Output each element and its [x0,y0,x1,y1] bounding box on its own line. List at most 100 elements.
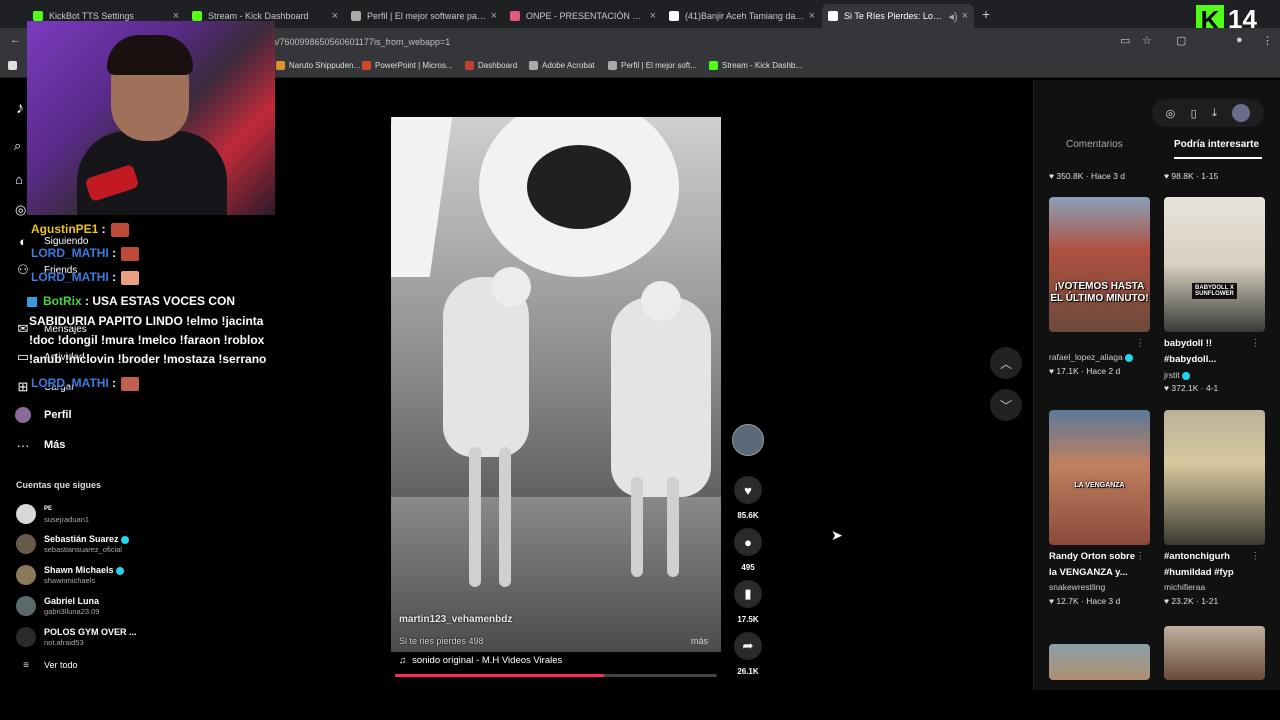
video-player[interactable] [391,117,721,652]
site-favicon-icon [608,61,617,70]
video-thumbnail[interactable]: ¡VOTEMOS HASTA EL ÚLTIMO MINUTO! [1049,197,1150,332]
share-button[interactable]: ➦ [734,632,762,660]
user-avatar[interactable] [1232,104,1251,122]
more-options-icon[interactable]: ⋮ [1136,549,1146,565]
following-account[interactable]: Sebastián Suarez sebastiansuarez_oficial [16,534,129,554]
more-options-icon[interactable]: ⋮ [1136,336,1146,352]
video-title[interactable]: Randy Orton sobre la VENGANZA y... ⋮ [1049,549,1145,581]
video-progress-bar[interactable] [395,674,717,677]
like-button[interactable]: ♥ [734,476,762,504]
comment-icon: ● [744,534,752,550]
browser-tab[interactable]: Perfil | El mejor software para p × [345,4,503,28]
video-title[interactable]: babydoll !! #babydoll... ⋮ [1164,336,1260,368]
download-icon[interactable]: ⤓ [1212,107,1217,120]
bookmark-item[interactable]: Naruto Shippuden... [276,61,360,70]
more-options-icon[interactable]: ⋮ [1251,549,1261,565]
cast-icon[interactable]: ▭ [1120,34,1130,47]
new-tab-button[interactable]: + [982,6,990,22]
next-video-button[interactable]: ﹀ [990,389,1022,421]
bookmark-item[interactable]: Perfil | El mejor soft... [608,61,697,70]
avatar [16,534,36,554]
see-all-link[interactable]: ≡ Ver todo [16,660,77,671]
creator-avatar[interactable] [732,424,764,456]
chat-message: BotRix : USA ESTAS VOCES CON [27,294,235,308]
compass-icon[interactable]: ◎ [1166,107,1176,120]
speaker-icon: ◂) [948,10,958,23]
following-account[interactable]: POLOS GYM OVER ... not.afraid53 [16,627,137,647]
video-title[interactable]: #antonchigurh #humildad #fyp ⋮ [1164,549,1260,581]
leg [469,447,481,587]
browser-tab[interactable]: (41)Banjir Aceh Tamiang dan M × [663,4,821,28]
video-author[interactable]: rafael_lopez_aliaga [1049,352,1133,362]
leg [667,477,679,577]
apps-icon[interactable] [8,61,17,70]
tab-suggested[interactable]: Podría interesarte [1174,139,1259,150]
profile-avatar-icon[interactable]: ● [1236,34,1243,46]
tab-comments[interactable]: Comentarios [1066,139,1123,150]
more-options-icon[interactable]: ⋮ [1251,336,1261,352]
close-tab-icon[interactable]: × [962,10,968,22]
bookmark-star-icon[interactable]: ☆ [1142,34,1152,47]
mouse-cursor-icon: ➤ [831,527,843,543]
bird-head-right [641,281,681,321]
video-tools: ◎ ▯ ⤓ [1152,99,1264,127]
music-track[interactable]: ♫ sonido original - M.H Videos Virales [399,655,562,666]
video-thumbnail[interactable] [1164,410,1265,545]
nav-profile[interactable]: Perfil [14,406,72,424]
video-author[interactable]: jrstit [1164,370,1190,380]
leg [499,447,511,587]
url-field[interactable]: o/7600998650560601177is_from_webapp=1 [272,37,450,47]
avatar [16,565,36,585]
browser-tab-active[interactable]: Si Te Ríes Pierdes: Los Mejo◂)× [822,4,974,28]
previous-video-button[interactable]: ︿ [990,347,1022,379]
kick-favicon-icon [33,11,43,21]
bookmark-item[interactable]: Dashboard [465,61,517,70]
chat-message: LORD_MATHI : [31,270,140,285]
video-author[interactable]: michifieraa [1164,582,1205,592]
close-tab-icon[interactable]: × [491,10,497,22]
search-icon[interactable]: ⌕ [14,138,21,154]
video-stats: ♥ 98.8K · 1-15 [1164,171,1219,181]
tiktok-logo-icon[interactable]: ♪ [16,100,24,118]
bookmark-item[interactable]: Adobe Acrobat [529,61,594,70]
bookmark-item[interactable]: PowerPoint | Micros... [362,61,453,70]
video-author[interactable]: snakewrestling [1049,582,1105,592]
browser-tab[interactable]: ONPE - PRESENTACIÓN DE RES× [504,4,662,28]
music-note-icon: ♫ [399,655,407,666]
home-icon[interactable]: ⌂ [15,172,23,187]
video-thumbnail[interactable] [1049,644,1150,680]
comment-button[interactable]: ● [734,528,762,556]
following-account[interactable]: Shawn Michaels shawnmichaels [16,565,124,585]
chat-message: LORD_MATHI : [31,376,140,391]
video-thumbnail[interactable]: LA VENGANZA [1049,410,1150,545]
more-link[interactable]: más [691,636,708,646]
save-button[interactable]: ▮ [734,580,762,608]
chat-message-cont: SABIDURIA PAPITO LINDO !elmo !jacinta [29,314,264,328]
video-stats: ♥ 17.1K · Hace 2 d [1049,366,1121,376]
bookmark-item[interactable]: Stream - Kick Dashb... [709,61,802,70]
following-account[interactable]: PE susejraduan1 [16,504,89,524]
close-tab-icon[interactable]: × [650,10,656,22]
emote-icon [121,376,140,391]
heart-icon: ♥ [744,482,752,498]
streamer-hair [107,35,193,75]
active-tab-indicator [1174,157,1262,159]
chat-message: LORD_MATHI : [31,246,140,261]
site-favicon-icon [351,11,361,21]
video-thumbnail[interactable] [1164,626,1265,680]
close-tab-icon[interactable]: × [332,10,338,22]
close-tab-icon[interactable]: × [809,10,815,22]
verified-badge-icon [120,535,129,544]
powerpoint-icon [362,61,371,70]
streamer-body [77,131,227,215]
extensions-icon[interactable]: ▢ [1176,34,1186,47]
video-author[interactable]: martin123_vehamenbdz [399,614,512,625]
video-thumbnail[interactable]: BABYDOLL X SUNFLOWER [1164,197,1265,332]
following-account[interactable]: Gabriel Luna gabri3lluna23.09 [16,596,99,616]
explore-icon[interactable]: ◎ [15,202,26,218]
menu-icon[interactable]: ⋮ [1262,34,1273,47]
back-icon[interactable]: ← [10,34,21,46]
nav-more[interactable]: ··· Más [14,436,66,454]
chat-message-cont: !doc !dongil !mura !melco !faraon !roblo… [29,333,265,347]
phone-icon[interactable]: ▯ [1191,107,1197,120]
